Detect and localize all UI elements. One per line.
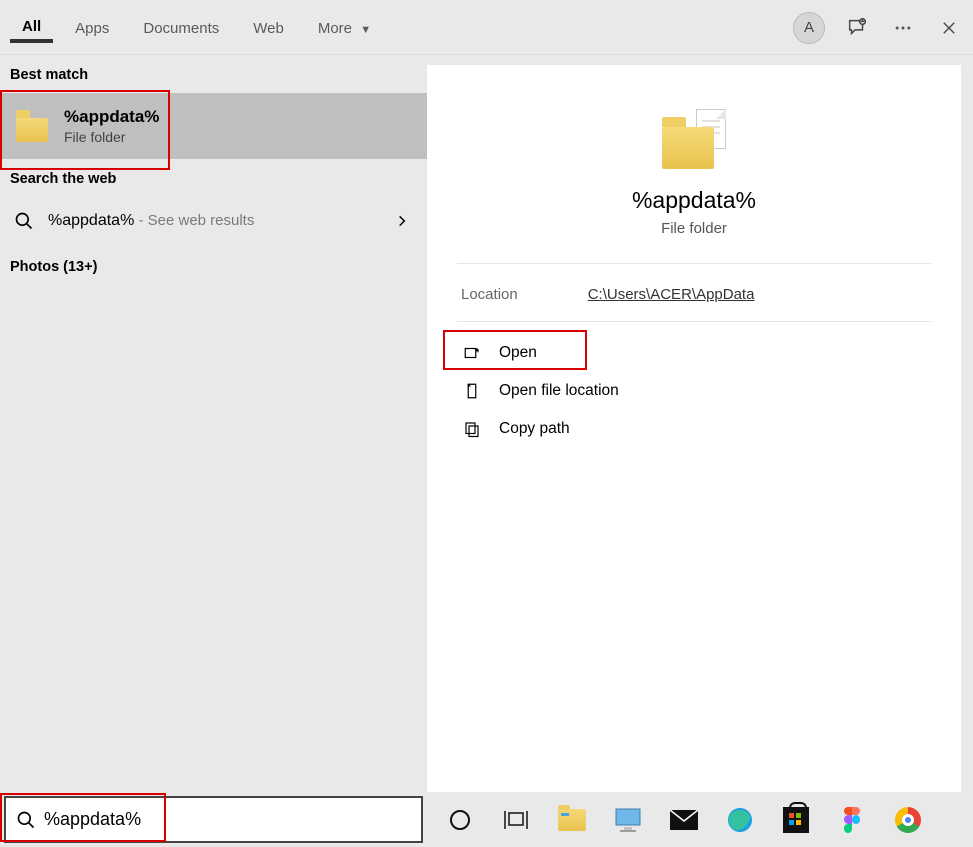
search-icon — [16, 810, 36, 830]
web-result-term: %appdata% — [48, 212, 134, 229]
figma-icon[interactable] — [837, 805, 867, 835]
preview-subtitle: File folder — [457, 220, 931, 263]
search-web-heading: Search the web — [0, 159, 427, 197]
chrome-icon[interactable] — [893, 805, 923, 835]
task-view-icon[interactable] — [501, 805, 531, 835]
action-open-file-location[interactable]: Open file location — [457, 372, 931, 410]
preview-actions: Open Open file location Copy path — [457, 322, 931, 448]
avatar-letter: A — [804, 19, 814, 36]
tab-all[interactable]: All — [10, 12, 53, 43]
action-open-label: Open — [499, 344, 537, 362]
mail-icon[interactable] — [669, 805, 699, 835]
tab-apps[interactable]: Apps — [63, 14, 121, 41]
best-match-subtitle: File folder — [64, 129, 159, 145]
folder-icon — [16, 110, 48, 142]
copy-icon — [463, 420, 481, 438]
action-copy-path[interactable]: Copy path — [457, 410, 931, 448]
monitor-app-icon[interactable] — [613, 805, 643, 835]
more-options-icon[interactable] — [889, 14, 917, 42]
tab-more[interactable]: More ▼ — [306, 14, 383, 41]
photos-heading[interactable]: Photos (13+) — [0, 245, 427, 289]
best-match-result[interactable]: %appdata% File folder — [0, 93, 427, 159]
tab-web[interactable]: Web — [241, 14, 296, 41]
web-result-hint: - See web results — [134, 212, 254, 229]
search-icon — [14, 211, 34, 231]
action-open-location-label: Open file location — [499, 382, 619, 400]
user-avatar[interactable]: A — [793, 12, 825, 44]
best-match-text: %appdata% File folder — [64, 107, 159, 145]
file-explorer-icon[interactable] — [557, 805, 587, 835]
location-link[interactable]: C:\Users\ACER\AppData — [588, 286, 755, 303]
folder-large-icon — [662, 109, 726, 169]
web-result-row[interactable]: %appdata% - See web results — [0, 197, 427, 245]
preview-title: %appdata% — [457, 187, 931, 214]
chevron-right-icon — [395, 214, 409, 228]
cortana-icon[interactable] — [445, 805, 475, 835]
action-open[interactable]: Open — [457, 334, 931, 372]
header-right-controls: A — [793, 0, 969, 55]
edge-icon[interactable] — [725, 805, 755, 835]
search-header: All Apps Documents Web More ▼ A — [0, 0, 973, 55]
preview-card: %appdata% File folder Location C:\Users\… — [427, 65, 961, 792]
feedback-icon[interactable] — [843, 14, 871, 42]
location-row: Location C:\Users\ACER\AppData — [457, 264, 931, 321]
chevron-down-icon: ▼ — [360, 24, 371, 36]
search-body: Best match %appdata% File folder Search … — [0, 55, 973, 792]
preview-pane: %appdata% File folder Location C:\Users\… — [427, 55, 973, 792]
results-pane: Best match %appdata% File folder Search … — [0, 55, 427, 792]
search-input-value: %appdata% — [44, 809, 141, 830]
tab-documents[interactable]: Documents — [131, 14, 231, 41]
close-icon[interactable] — [935, 14, 963, 42]
best-match-heading: Best match — [0, 55, 427, 93]
taskbar-search-box[interactable]: %appdata% — [4, 796, 423, 843]
best-match-title: %appdata% — [64, 107, 159, 127]
action-copy-path-label: Copy path — [499, 420, 570, 438]
taskbar: %appdata% — [0, 792, 973, 847]
location-label: Location — [461, 286, 518, 303]
taskbar-icons — [427, 805, 923, 835]
open-icon — [463, 344, 481, 362]
tab-more-label: More — [318, 20, 352, 37]
open-location-icon — [463, 382, 481, 400]
taskbar-search-wrap: %appdata% — [0, 792, 427, 847]
microsoft-store-icon[interactable] — [781, 805, 811, 835]
